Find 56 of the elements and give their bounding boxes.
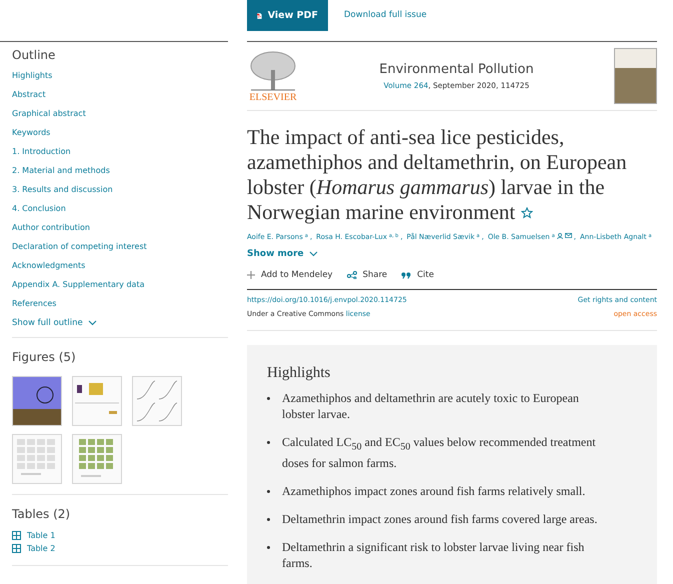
- figure-thumbnail[interactable]: [72, 434, 122, 484]
- table-icon: [12, 531, 21, 540]
- show-full-outline-link[interactable]: Show full outline: [12, 318, 97, 328]
- highlights-heading: Highlights: [267, 365, 332, 382]
- outline-heading: Outline: [11, 47, 56, 64]
- outline-link[interactable]: Acknowledgments: [12, 260, 216, 272]
- share-icon: [346, 271, 357, 279]
- outline-link[interactable]: Abstract: [12, 89, 216, 101]
- plus-icon: [247, 271, 255, 279]
- outline-link[interactable]: Graphical abstract: [12, 108, 216, 120]
- outline-link[interactable]: Author contribution: [12, 222, 216, 234]
- bullet-icon: [267, 441, 270, 444]
- highlight-text: Deltamethrin a significant risk to lobster larvae living near fish farms.: [282, 539, 586, 572]
- star-icon[interactable]: [520, 207, 532, 219]
- table-link[interactable]: Table 2: [12, 544, 216, 553]
- article-action-button[interactable]: Share: [346, 270, 388, 280]
- outline-link[interactable]: Appendix A. Supplementary data: [12, 279, 216, 291]
- outline-link[interactable]: References: [12, 298, 216, 310]
- bullet-icon: [267, 397, 270, 400]
- show-more-link[interactable]: Show more: [247, 249, 318, 259]
- bullet-icon: [267, 490, 270, 494]
- tree-logo-icon: [249, 50, 297, 92]
- outline-link[interactable]: Keywords: [12, 127, 216, 139]
- table-icon: [12, 544, 21, 553]
- figure-thumbnail[interactable]: [12, 376, 62, 426]
- download-full-issue-link[interactable]: Download full issue: [344, 10, 427, 20]
- person-icon: [556, 233, 563, 239]
- outline-link[interactable]: 4. Conclusion: [12, 203, 216, 215]
- chevron-down-icon: [308, 251, 318, 257]
- figure-thumbnail[interactable]: [12, 434, 62, 484]
- highlight-text: Calculated LC$_{50}$ and EC$_{50}$ values below recommended treatment doses for salmon farms.: [282, 434, 597, 472]
- outline-link[interactable]: 2. Material and methods: [12, 165, 216, 177]
- outline-link[interactable]: Highlights: [12, 70, 216, 82]
- highlight-text: Azamethiphos and deltamethrin are acutely toxic to European lobster larvae.: [282, 390, 580, 422]
- table-link[interactable]: Table 1: [12, 531, 216, 540]
- outline-link[interactable]: 1. Introduction: [12, 146, 216, 158]
- figure-thumbnail[interactable]: [72, 376, 122, 426]
- chevron-down-icon: [88, 320, 97, 326]
- outline-link[interactable]: 3. Results and discussion: [12, 184, 216, 196]
- article-action-button[interactable]: Add to Mendeley: [247, 270, 333, 280]
- view-pdf-button[interactable]: View PDF: [247, 0, 328, 31]
- journal-cover-image[interactable]: [614, 48, 657, 104]
- bullet-icon: [267, 546, 270, 550]
- journal-title-link[interactable]: Environmental Pollution: [379, 62, 534, 77]
- bullet-icon: [267, 518, 270, 522]
- figure-thumbnail[interactable]: [132, 376, 182, 426]
- figures-heading: Figures (5): [11, 349, 77, 366]
- quote-icon: [401, 272, 412, 278]
- article-title: The impact of anti-sea lice pesticides, azamethiphos and deltamethrin, on European lobster (Homarus gammarus) larvae in the Norwegian marine environment: [247, 125, 628, 225]
- tables-heading: Tables (2): [11, 506, 72, 523]
- outline-link[interactable]: Declaration of competing interest: [12, 241, 216, 253]
- highlight-text: Deltamethrin impact zones around fish farms covered large areas.: [282, 511, 598, 528]
- publisher-logo-text: ELSEVIER: [249, 92, 297, 102]
- highlight-text: Azamethiphos impact zones around fish farms relatively small.: [282, 483, 586, 500]
- envelope-icon: [564, 233, 572, 238]
- article-action-button[interactable]: Cite: [401, 270, 434, 280]
